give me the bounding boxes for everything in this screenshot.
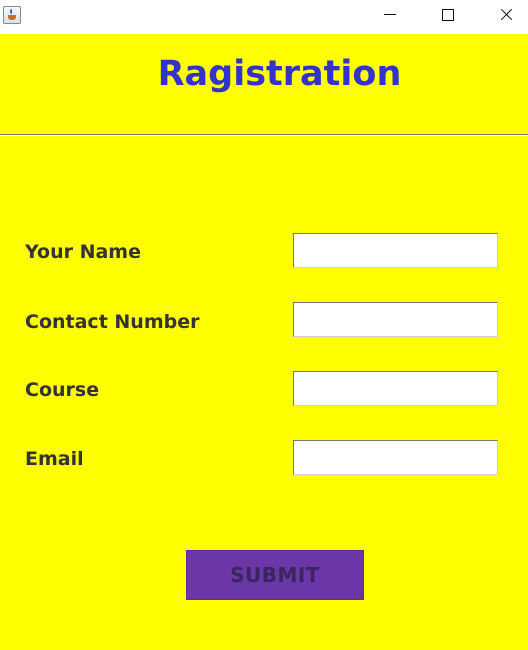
your-name-label: Your Name (25, 241, 141, 263)
minimize-icon[interactable] (361, 0, 419, 30)
contact-number-input[interactable] (293, 302, 498, 337)
title-divider (0, 134, 528, 136)
course-input[interactable] (293, 371, 498, 406)
email-label: Email (25, 448, 84, 470)
your-name-input[interactable] (293, 233, 498, 268)
close-icon[interactable] (477, 0, 528, 30)
java-coffee-icon (3, 6, 21, 24)
email-input[interactable] (293, 440, 498, 475)
form-title: Ragistration (157, 54, 402, 94)
course-label: Course (25, 379, 100, 401)
submit-button[interactable]: SUBMIT (186, 550, 364, 600)
window-title-bar[interactable] (0, 0, 528, 34)
registration-form: Ragistration Your Name Contact Number Co… (0, 34, 528, 650)
maximize-icon[interactable] (419, 0, 477, 30)
contact-number-label: Contact Number (25, 311, 200, 333)
